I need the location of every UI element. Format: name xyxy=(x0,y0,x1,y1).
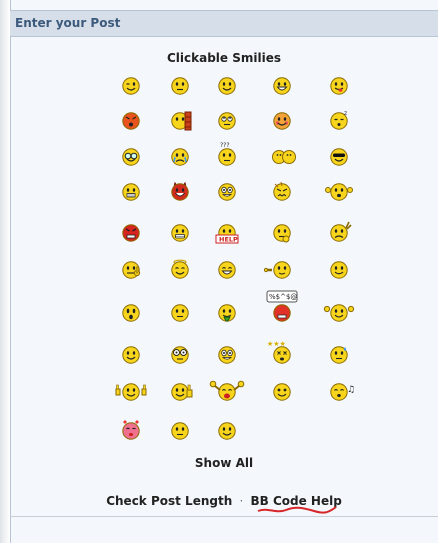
left-edge-decoration xyxy=(0,0,10,543)
smilie-wave-icon[interactable] xyxy=(325,183,353,201)
smilie-swear-icon[interactable]: %$^$@ xyxy=(266,290,298,322)
svg-text:%$^$@: %$^$@ xyxy=(269,293,297,301)
svg-text:z: z xyxy=(344,110,347,117)
smilie-devil-icon[interactable] xyxy=(171,181,189,201)
smilie-sweat-icon[interactable] xyxy=(330,346,348,364)
smilie-banghead-icon[interactable] xyxy=(171,111,192,131)
smilie-sad-icon[interactable] xyxy=(330,221,352,242)
smilie-blink-icon[interactable] xyxy=(273,383,291,401)
smilie-shock-icon[interactable] xyxy=(122,148,140,166)
footer-links: Check Post Length · BB Code Help xyxy=(10,494,438,508)
smilies-title: Clickable Smilies xyxy=(166,51,281,65)
smilie-help-icon[interactable]: HELP xyxy=(215,224,239,244)
smilie-laugh-icon[interactable] xyxy=(218,261,236,279)
smilie-angry-icon[interactable] xyxy=(122,224,140,242)
smilie-thinking-icon[interactable] xyxy=(273,224,291,243)
svg-text:♫: ♫ xyxy=(347,385,355,395)
red-underline-scribble xyxy=(257,506,337,514)
smilie-cheer-icon[interactable] xyxy=(323,304,355,322)
smilie-finger-icon[interactable] xyxy=(122,261,141,279)
smilie-angel-icon[interactable] xyxy=(171,259,189,279)
smilie-grin2-icon[interactable] xyxy=(171,224,189,242)
smilie-tongue-icon[interactable] xyxy=(330,77,348,95)
smilie-cool-icon[interactable] xyxy=(330,148,348,166)
smilie-wink-icon[interactable] xyxy=(122,77,140,95)
smilie-sick-icon[interactable] xyxy=(218,304,236,322)
smilie-bigeyes-icon[interactable] xyxy=(171,346,189,364)
smilie-point-icon[interactable] xyxy=(263,261,291,279)
smilie-confused2-icon[interactable]: ??? xyxy=(218,142,236,166)
smilie-unsure-icon[interactable] xyxy=(171,304,189,322)
show-all-link[interactable]: Show All xyxy=(10,456,438,470)
smilie-redface-icon[interactable] xyxy=(273,112,291,130)
smilie-neutral-icon[interactable] xyxy=(171,422,189,440)
smilie-love-icon[interactable] xyxy=(122,420,140,440)
footer-separator: · xyxy=(239,494,244,508)
check-post-length-link[interactable]: Check Post Length xyxy=(106,494,232,508)
smilie-thumbsup2-icon[interactable] xyxy=(115,383,147,401)
smilie-surprised-icon[interactable] xyxy=(122,304,140,322)
smilie-dizzy-icon[interactable]: ★★★ xyxy=(267,340,291,364)
smilie-cry-icon[interactable] xyxy=(171,148,189,166)
smilie-smile3-icon[interactable] xyxy=(122,346,140,364)
svg-text:HELP: HELP xyxy=(219,236,238,244)
smilie-eek-icon[interactable] xyxy=(218,183,236,201)
smilie-sleep-icon[interactable]: z xyxy=(330,110,348,130)
svg-text:???: ??? xyxy=(220,142,230,149)
panel-header-title: Enter your Post xyxy=(15,16,121,30)
smilie-smile-icon[interactable] xyxy=(218,77,236,95)
smilie-rolleyes-icon[interactable] xyxy=(218,112,236,130)
smilie-argh-icon[interactable] xyxy=(273,181,291,201)
smilie-hurray-icon[interactable] xyxy=(209,380,245,401)
smilie-hug-icon[interactable] xyxy=(272,148,296,166)
smilie-content-icon[interactable] xyxy=(218,422,236,440)
smilie-wideeyes2-icon[interactable] xyxy=(218,346,236,364)
smilie-thumbsup-icon[interactable] xyxy=(171,383,193,401)
bottom-divider xyxy=(10,516,438,517)
smilie-mad-icon[interactable] xyxy=(122,112,140,130)
smilie-happy-icon[interactable] xyxy=(330,261,348,279)
svg-text:★★★: ★★★ xyxy=(267,340,286,348)
smilie-music-icon[interactable]: ♫ xyxy=(330,383,355,401)
smilie-grr-icon[interactable] xyxy=(122,183,140,201)
smilie-biggrin-icon[interactable] xyxy=(273,77,291,95)
panel-header: Enter your Post xyxy=(10,10,438,37)
smilie-confused-icon[interactable] xyxy=(171,77,189,95)
